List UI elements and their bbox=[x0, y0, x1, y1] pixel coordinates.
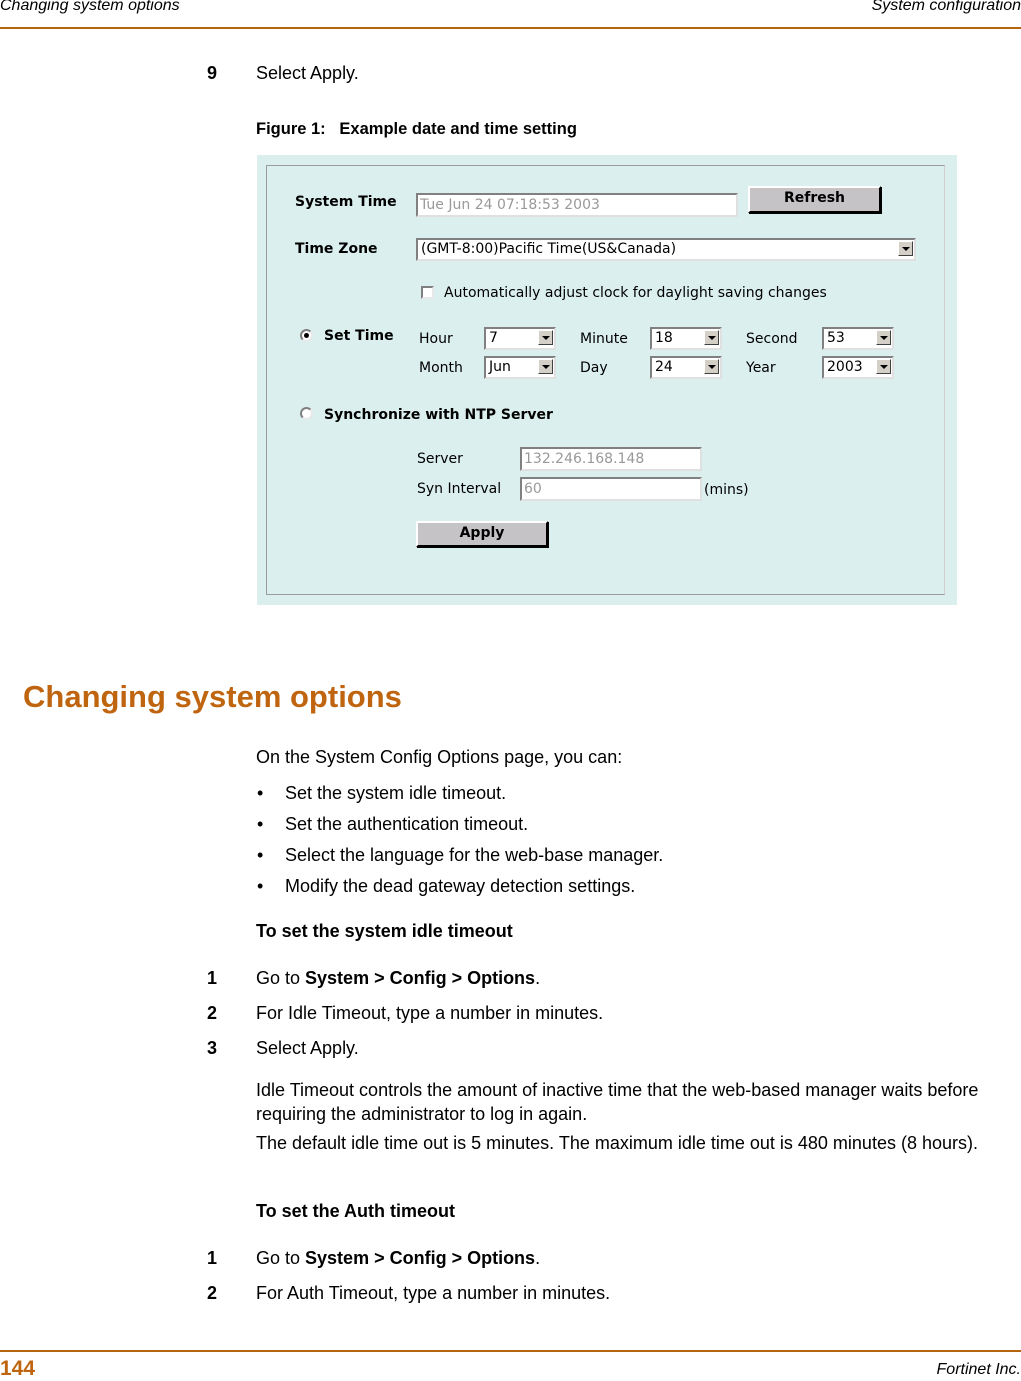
procedure-title: To set the system idle timeout bbox=[256, 921, 513, 941]
second-select[interactable]: 53 bbox=[822, 327, 894, 350]
day-label: Day bbox=[580, 360, 608, 376]
system-time-field[interactable]: Tue Jun 24 07:18:53 2003 bbox=[416, 193, 738, 217]
minute-select[interactable]: 18 bbox=[650, 327, 722, 350]
chevron-down-icon[interactable] bbox=[876, 330, 891, 345]
day-value: 24 bbox=[655, 359, 673, 375]
interval-field[interactable]: 60 bbox=[520, 477, 702, 501]
server-field[interactable]: 132.246.168.148 bbox=[520, 447, 702, 471]
figure-screenshot: System Time Tue Jun 24 07:18:53 2003 Ref… bbox=[257, 155, 957, 605]
menu-path: System > Config > Options bbox=[305, 1248, 536, 1268]
bullet-icon: • bbox=[257, 783, 264, 803]
ntp-radio[interactable] bbox=[300, 407, 313, 420]
time-zone-value: (GMT-8:00)Pacific Time(US&Canada) bbox=[421, 241, 677, 257]
step-number: 2 bbox=[207, 1283, 218, 1303]
step-text-suffix: . bbox=[535, 968, 541, 988]
chevron-down-icon[interactable] bbox=[898, 241, 913, 256]
month-value: Jun bbox=[489, 359, 511, 375]
step-text: Go to System > Config > Options. bbox=[256, 968, 540, 989]
bullet-item: Modify the dead gateway detection settin… bbox=[285, 876, 636, 896]
footer-rule bbox=[0, 1350, 1021, 1352]
dst-checkbox[interactable] bbox=[421, 286, 434, 299]
interval-unit: (mins) bbox=[704, 482, 749, 498]
month-label: Month bbox=[419, 360, 463, 376]
running-header-left: Changing system options bbox=[0, 0, 180, 14]
footer-company: Fortinet Inc. bbox=[936, 1361, 1021, 1378]
step-text: Select Apply. bbox=[256, 1038, 359, 1058]
step-text: Select Apply. bbox=[256, 63, 359, 83]
step-text: Go to System > Config > Options. bbox=[256, 1248, 540, 1269]
chevron-down-icon[interactable] bbox=[876, 359, 891, 374]
dst-label: Automatically adjust clock for daylight … bbox=[444, 285, 827, 301]
step-text-prefix: Go to bbox=[256, 968, 306, 988]
chevron-down-icon[interactable] bbox=[704, 330, 719, 345]
interval-label: Syn Interval bbox=[417, 481, 502, 497]
chevron-down-icon[interactable] bbox=[538, 330, 553, 345]
apply-button[interactable]: Apply bbox=[416, 521, 548, 547]
hour-label: Hour bbox=[419, 331, 453, 347]
hour-select[interactable]: 7 bbox=[484, 327, 556, 350]
ntp-label: Synchronize with NTP Server bbox=[324, 407, 553, 423]
chevron-down-icon[interactable] bbox=[704, 359, 719, 374]
refresh-button[interactable]: Refresh bbox=[748, 186, 881, 213]
second-value: 53 bbox=[827, 330, 845, 346]
bullet-icon: • bbox=[257, 845, 264, 865]
year-select[interactable]: 2003 bbox=[822, 356, 894, 379]
menu-path: System > Config > Options bbox=[305, 968, 536, 988]
hour-value: 7 bbox=[489, 330, 498, 346]
step-number: 1 bbox=[207, 1248, 218, 1268]
year-value: 2003 bbox=[827, 359, 863, 375]
time-zone-select[interactable]: (GMT-8:00)Pacific Time(US&Canada) bbox=[416, 238, 916, 261]
step-number: 3 bbox=[207, 1038, 218, 1058]
time-zone-label: Time Zone bbox=[295, 241, 378, 257]
procedure-title: To set the Auth timeout bbox=[256, 1201, 455, 1221]
note-paragraph: The default idle time out is 5 minutes. … bbox=[256, 1133, 978, 1153]
note-paragraph: Idle Timeout controls the amount of inac… bbox=[256, 1080, 979, 1124]
step-number: 9 bbox=[207, 63, 218, 83]
step-number: 2 bbox=[207, 1003, 218, 1023]
figure-panel bbox=[266, 165, 945, 595]
server-label: Server bbox=[417, 451, 463, 467]
intro-text: On the System Config Options page, you c… bbox=[256, 747, 623, 767]
bullet-icon: • bbox=[257, 876, 264, 896]
bullet-item: Set the authentication timeout. bbox=[285, 814, 529, 834]
year-label: Year bbox=[746, 360, 776, 376]
step-number: 1 bbox=[207, 968, 218, 988]
second-label: Second bbox=[746, 331, 798, 347]
month-select[interactable]: Jun bbox=[484, 356, 556, 379]
minute-label: Minute bbox=[580, 331, 628, 347]
system-time-label: System Time bbox=[295, 194, 397, 210]
bullet-icon: • bbox=[257, 814, 264, 834]
figure-caption: Figure 1: Example date and time setting bbox=[256, 120, 577, 138]
minute-value: 18 bbox=[655, 330, 673, 346]
section-title: Changing system options bbox=[23, 679, 402, 714]
bullet-item: Select the language for the web-base man… bbox=[285, 845, 664, 865]
set-time-radio[interactable] bbox=[300, 329, 313, 342]
day-select[interactable]: 24 bbox=[650, 356, 722, 379]
running-header-right: System configuration bbox=[871, 0, 1021, 14]
step-text-suffix: . bbox=[535, 1248, 541, 1268]
page-number: 144 bbox=[0, 1357, 36, 1380]
chevron-down-icon[interactable] bbox=[538, 359, 553, 374]
step-text: For Auth Timeout, type a number in minut… bbox=[256, 1283, 611, 1303]
step-text-prefix: Go to bbox=[256, 1248, 306, 1268]
bullet-item: Set the system idle timeout. bbox=[285, 783, 507, 803]
header-rule bbox=[0, 27, 1021, 29]
set-time-label: Set Time bbox=[324, 328, 394, 344]
step-text: For Idle Timeout, type a number in minut… bbox=[256, 1003, 604, 1023]
